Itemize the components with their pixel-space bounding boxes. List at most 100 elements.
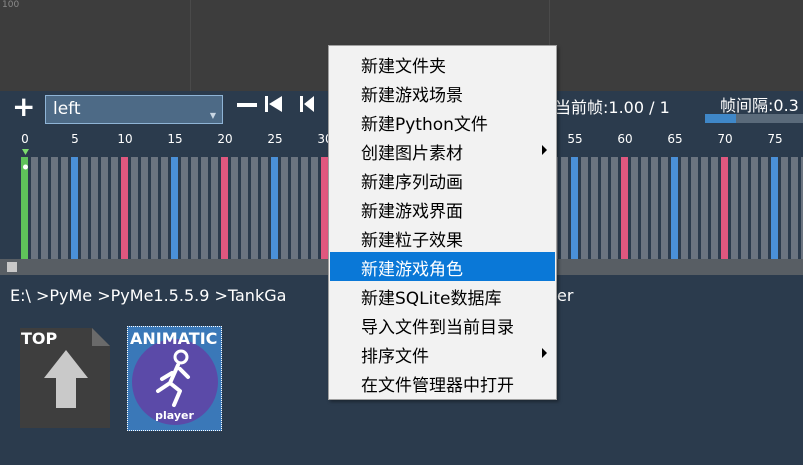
menu-item[interactable]: 创建图片素材 [330,136,555,165]
frame-cell[interactable] [311,157,318,259]
frame-cell[interactable] [651,157,658,259]
frame-cell[interactable] [661,157,668,259]
frame-cell[interactable] [201,157,208,259]
menu-item[interactable]: 新建粒子效果 [330,223,555,252]
frame-cell[interactable] [601,157,608,259]
frame-cell[interactable] [611,157,618,259]
frame-cell[interactable] [231,157,238,259]
panel-divider [190,0,191,91]
first-frame-icon[interactable] [263,95,285,113]
frame-cell[interactable] [561,157,568,259]
frame-cell[interactable] [141,157,148,259]
menu-item-label: 新建SQLite数据库 [361,289,502,309]
menu-item[interactable]: 新建游戏角色 [330,252,555,281]
add-icon[interactable]: + [12,90,35,123]
menu-item[interactable]: 新建序列动画 [330,165,555,194]
remove-icon[interactable] [237,103,257,107]
frame-cell[interactable] [101,157,108,259]
tick-label: 15 [167,132,183,146]
frame-cell[interactable] [191,157,198,259]
frame-cell[interactable] [131,157,138,259]
frame-cell[interactable] [701,157,708,259]
tick-label: 55 [567,132,583,146]
frame-cell[interactable] [181,157,188,259]
tick-label: 25 [267,132,283,146]
menu-item-label: 创建图片素材 [361,144,463,164]
menu-item-label: 新建游戏角色 [361,260,463,280]
frame-cell[interactable] [171,157,178,259]
frame-cell[interactable] [261,157,268,259]
menu-item-label: 新建粒子效果 [361,231,463,251]
frame-cell[interactable] [71,157,78,259]
animation-select[interactable]: left ▼ [45,95,223,124]
frame-cell[interactable] [41,157,48,259]
frame-cell[interactable] [581,157,588,259]
frame-cell[interactable] [61,157,68,259]
frame-cell[interactable] [781,157,788,259]
prev-frame-icon[interactable] [298,95,318,113]
file-item-animation[interactable]: ANIMATIC player [127,326,222,431]
breadcrumb[interactable]: E:\ >PyMe >PyMe1.5.5.9 >TankGa [10,286,286,305]
frame-cell[interactable] [161,157,168,259]
menu-item[interactable]: 新建游戏界面 [330,194,555,223]
frame-cell[interactable] [631,157,638,259]
menu-item[interactable]: 导入文件到当前目录 [330,310,555,339]
frame-cell[interactable] [291,157,298,259]
tick-label: 70 [717,132,733,146]
tick-label: 75 [767,132,783,146]
frame-interval-fill [705,114,737,123]
frame-cell[interactable] [571,157,578,259]
frame-cell[interactable] [761,157,768,259]
file-item-top[interactable]: TOP [20,328,110,428]
frame-cell[interactable] [81,157,88,259]
menu-item-label: 新建序列动画 [361,173,463,193]
tick-label: 0 [21,132,29,146]
menu-item[interactable]: 新建文件夹 [330,49,555,78]
frame-interval-slider[interactable] [705,114,803,123]
frame-cell[interactable] [241,157,248,259]
menu-item-label: 新建Python文件 [361,115,488,135]
frame-cell[interactable] [591,157,598,259]
frame-cell[interactable] [121,157,128,259]
frame-cell[interactable] [251,157,258,259]
frame-cell[interactable] [721,157,728,259]
menu-item[interactable]: 新建Python文件 [330,107,555,136]
file-item-animation-name: player [155,409,194,422]
frame-cell[interactable] [271,157,278,259]
frame-cell[interactable] [211,157,218,259]
playhead[interactable] [22,149,29,259]
frame-cell[interactable] [711,157,718,259]
frame-interval-label: 帧间隔:0.3 [720,96,799,115]
menu-item-label: 新建游戏场景 [361,86,463,106]
frame-cell[interactable] [681,157,688,259]
chevron-down-icon: ▼ [209,111,216,120]
frame-cell[interactable] [771,157,778,259]
corner-value: 100 [2,0,20,10]
frame-cell[interactable] [791,157,798,259]
frame-cell[interactable] [731,157,738,259]
frame-cell[interactable] [621,157,628,259]
frame-cell[interactable] [301,157,308,259]
scrollbar-thumb[interactable] [7,262,17,272]
frame-cell[interactable] [691,157,698,259]
frame-cell[interactable] [111,157,118,259]
breadcrumb-tail[interactable]: er [557,286,573,305]
frame-cell[interactable] [151,157,158,259]
menu-item[interactable]: 新建游戏场景 [330,78,555,107]
frame-cell[interactable] [751,157,758,259]
frame-cell[interactable] [671,157,678,259]
tick-label: 60 [617,132,633,146]
animation-select-value: left [53,99,81,119]
frame-cell[interactable] [221,157,228,259]
menu-item[interactable]: 新建SQLite数据库 [330,281,555,310]
frame-cell[interactable] [281,157,288,259]
frame-cell[interactable] [91,157,98,259]
frame-cell[interactable] [741,157,748,259]
frame-cell[interactable] [51,157,58,259]
frame-cell[interactable] [31,157,38,259]
frame-cell[interactable] [641,157,648,259]
frame-cell[interactable] [321,157,328,259]
menu-item[interactable]: 在文件管理器中打开 [330,368,555,397]
file-item-top-label: TOP [21,329,58,348]
menu-item[interactable]: 排序文件 [330,339,555,368]
